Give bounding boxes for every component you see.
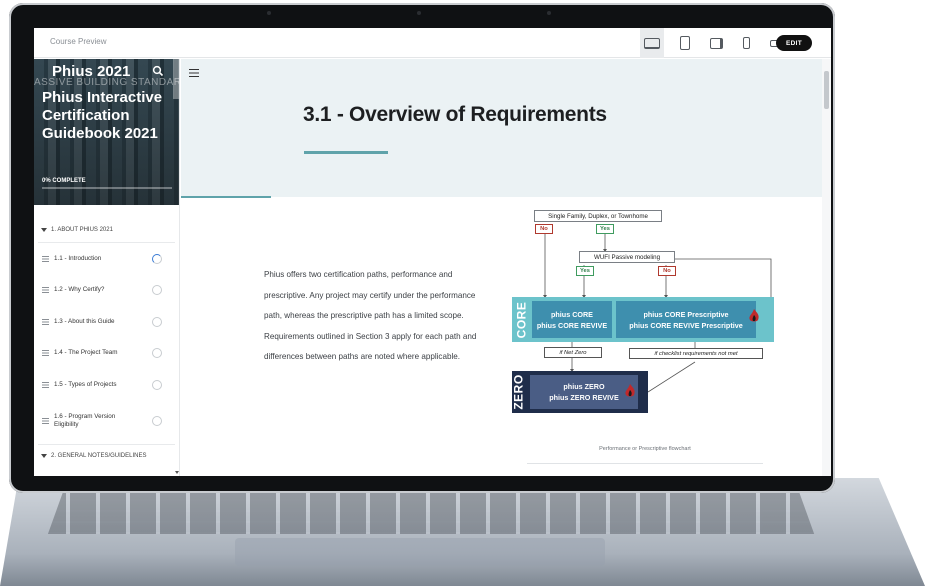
hamburger-menu-icon[interactable] [189,69,199,77]
revive-flame-icon [749,309,759,322]
caret-down-icon [41,228,47,232]
lesson-label: 1.5 - Types of Projects [54,380,117,388]
core-prescriptive-box: phius CORE Prescriptive phius CORE REVIV… [616,301,756,338]
course-hero: ASSIVE BUILDING STANDARD Phius 2021 Phiu… [34,59,179,205]
laptop-lid: Course Preview EDIT ASSIVE BUILDING STAN… [9,3,835,493]
content-scroll-thumb[interactable] [824,71,829,109]
certification-flowchart: Single Family, Duplex, or Townhome No Ye… [512,205,774,440]
lesson-icon [42,287,49,294]
flow-yes-tag: Yes [576,266,594,276]
tablet-landscape-preview-button[interactable] [706,28,727,58]
core-label: CORE [514,301,529,338]
content-scrollbar[interactable] [822,59,831,476]
divider [38,443,175,445]
hero-heading: Phius 2021 [52,63,131,80]
device-preview-toggles [634,28,786,58]
not-started-icon [152,415,162,426]
course-progress-label: 0% COMPLETE [42,178,86,184]
in-progress-icon [152,253,162,264]
course-progress-bar [42,187,172,189]
lesson-item-program-version[interactable]: 1.6 - Program Version Eligibility [34,401,179,441]
lesson-icon [42,381,49,388]
core-performance-box: phius CORE phius CORE REVIVE [532,301,612,338]
camera-icon [417,11,421,15]
edit-button[interactable]: EDIT [776,35,812,51]
not-started-icon [152,379,162,390]
lesson-icon [42,417,49,424]
flow-yes-tag: Yes [596,224,614,234]
section-header-about[interactable]: 1. ABOUT PHIUS 2021 [34,221,179,239]
zero-label: ZERO [512,374,526,410]
flow-no-tag: No [658,266,676,276]
if-checklist-condition: if checklist requirements not met [629,348,763,359]
lesson-icon [42,350,49,357]
lesson-item-project-team[interactable]: 1.4 - The Project Team [34,338,179,370]
caret-down-icon [41,453,47,458]
laptop-preview-button[interactable] [640,28,664,58]
sidebar-scroll-thumb[interactable] [173,59,179,99]
tablet-portrait-preview-button[interactable] [676,28,694,58]
tablet-landscape-icon [710,37,723,49]
section-header-general-notes[interactable]: 2. GENERAL NOTES/GUIDELINES [34,447,179,465]
laptop-icon [644,37,660,49]
trackpad [235,538,605,566]
not-started-icon [152,316,162,327]
lesson-nav: 1. ABOUT PHIUS 2021 1.1 - Introduction 1… [34,205,179,465]
if-net-zero-condition: if Net Zero [544,347,602,358]
not-started-icon [152,285,162,296]
figure-caption: Performance or Prescriptive flowchart [599,446,691,452]
tablet-portrait-icon [680,36,690,50]
lesson-label: 1.2 - Why Certify? [54,286,105,294]
window-title: Course Preview [50,37,107,46]
section-label: 1. ABOUT PHIUS 2021 [51,227,113,233]
lesson-progress-indicator [181,196,271,198]
section-label: 2. GENERAL NOTES/GUIDELINES [51,452,147,459]
lesson-icon [42,318,49,325]
flow-no-tag: No [535,224,553,234]
sensor-dot [547,11,551,15]
lesson-icon [42,255,49,262]
laptop-mockup: Course Preview EDIT ASSIVE BUILDING STAN… [0,0,925,586]
lesson-label: 1.3 - About this Guide [54,317,115,325]
sensor-dot [267,11,271,15]
search-icon[interactable] [152,65,164,77]
lesson-item-about-guide[interactable]: 1.3 - About this Guide [34,306,179,338]
flow-wufi-box: WUFI Passive modeling [579,251,675,263]
phone-portrait-icon [743,37,750,49]
lesson-item-introduction[interactable]: 1.1 - Introduction [34,243,179,275]
revive-flame-icon [625,384,635,397]
zero-box: phius ZERO phius ZERO REVIVE [530,375,638,409]
phone-portrait-preview-button[interactable] [739,28,754,58]
page-title: 3.1 - Overview of Requirements [303,103,607,126]
caption-divider [527,463,763,464]
app-window: Course Preview EDIT ASSIVE BUILDING STAN… [34,28,831,476]
lesson-content: 3.1 - Overview of Requirements Phius off… [181,59,831,476]
sidebar-scrollbar[interactable] [175,209,179,474]
lesson-body-text: Phius offers two certification paths, pe… [264,270,477,361]
course-title: Phius Interactive Certification Guideboo… [42,89,163,142]
flow-start-box: Single Family, Duplex, or Townhome [534,210,662,222]
keyboard [47,490,815,534]
lesson-label: 1.6 - Program Version Eligibility [54,412,116,428]
top-bar: Course Preview EDIT [34,28,831,58]
lesson-label: 1.4 - The Project Team [54,349,118,357]
course-sidebar: ASSIVE BUILDING STANDARD Phius 2021 Phiu… [34,59,180,476]
title-underline [304,151,388,154]
lesson-item-why-certify[interactable]: 1.2 - Why Certify? [34,275,179,307]
lesson-header: 3.1 - Overview of Requirements [181,59,831,197]
lesson-label: 1.1 - Introduction [54,254,102,262]
not-started-icon [152,348,162,359]
lesson-item-types-of-projects[interactable]: 1.5 - Types of Projects [34,369,179,401]
